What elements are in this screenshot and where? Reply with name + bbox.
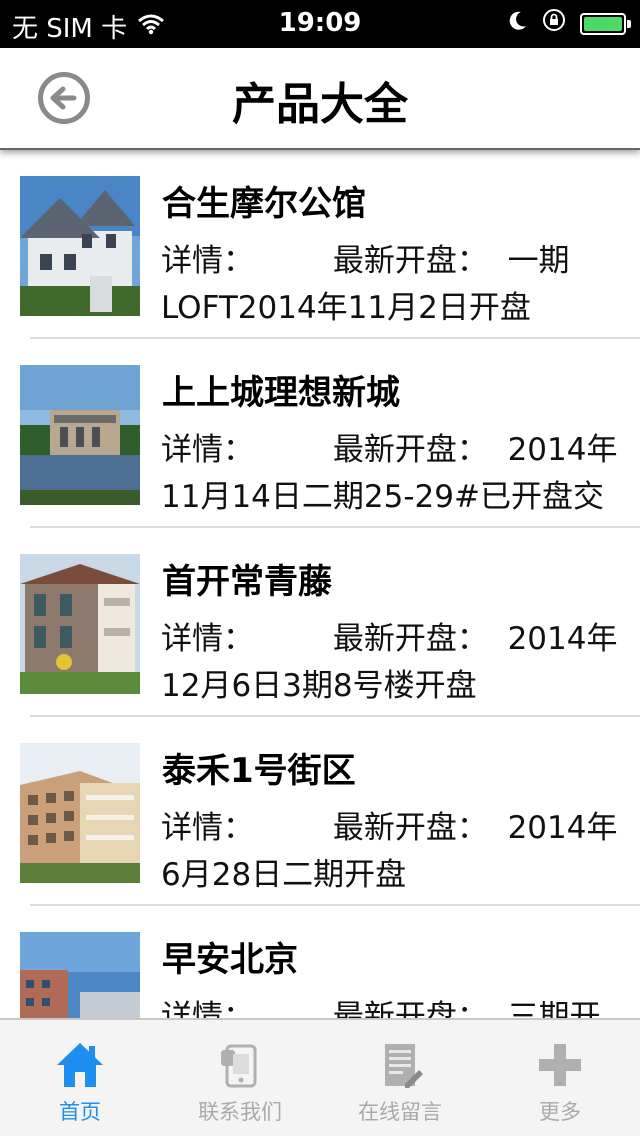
list-item[interactable]: 上上城理想新城 详情： 最新开盘： 2014年 11月14日二期25-29#已开… [0, 339, 640, 528]
latest-open-value: 2014年 [507, 432, 618, 468]
rotation-lock-icon [542, 8, 566, 39]
product-thumbnail [20, 365, 140, 505]
battery-icon [580, 12, 631, 35]
product-thumbnail [20, 176, 140, 316]
list-item[interactable]: 合生摩尔公馆 详情： 最新开盘： 一期 LOFT2014年11月2日开盘 [0, 150, 640, 339]
product-detail: 详情： 最新开盘： 一期 LOFT2014年11月2日开盘 [161, 238, 621, 332]
status-bar: 无 SIM 卡 19:09 [0, 0, 640, 48]
page-title: 产品大全 [232, 79, 408, 130]
product-detail: 详情： 最新开盘： 2014年 11月14日二期25-29#已开盘交 [161, 427, 621, 521]
tab-label: 首页 [59, 1100, 101, 1124]
latest-open-value-line2: LOFT2014年11月2日开盘 [161, 290, 531, 326]
tab-bar: 首页 联系我们 在线留言 更多 [0, 1018, 640, 1136]
moon-icon [508, 9, 528, 39]
latest-open-value: 2014年 [507, 621, 618, 657]
tab-label: 更多 [539, 1100, 581, 1124]
tab-more[interactable]: 更多 [480, 1020, 640, 1136]
navigation-bar: 产品大全 [0, 48, 640, 150]
latest-open-label: 最新开盘： [332, 243, 488, 279]
product-name: 上上城理想新城 [162, 373, 400, 413]
list-item[interactable]: 泰禾1号街区 详情： 最新开盘： 2014年 6月28日二期开盘 [0, 717, 640, 906]
latest-open-value-line2: 12月6日3期8号楼开盘 [161, 668, 477, 704]
product-name: 首开常青藤 [162, 562, 332, 602]
latest-open-label: 最新开盘： [332, 621, 488, 657]
detail-label: 详情： [161, 621, 254, 657]
product-list[interactable]: 合生摩尔公馆 详情： 最新开盘： 一期 LOFT2014年11月2日开盘 上上城… [0, 150, 640, 1018]
latest-open-value-line2: 6月28日二期开盘 [161, 857, 407, 893]
phone-icon [221, 1044, 257, 1088]
product-thumbnail [20, 932, 140, 1018]
status-right [508, 8, 631, 39]
latest-open-value: 一期 [507, 243, 570, 279]
note-icon [385, 1044, 423, 1088]
product-name: 早安北京 [162, 940, 298, 980]
detail-label: 详情： [161, 432, 254, 468]
product-name: 合生摩尔公馆 [162, 184, 366, 224]
tab-label: 在线留言 [358, 1100, 442, 1124]
product-thumbnail [20, 554, 140, 694]
latest-open-value-line2: 11月14日二期25-29#已开盘交 [161, 479, 604, 515]
product-detail: 详情： 最新开盘： 三期开 [161, 994, 621, 1018]
tab-contact-us[interactable]: 联系我们 [160, 1020, 320, 1136]
plus-icon [539, 1044, 581, 1086]
product-name: 泰禾1号街区 [162, 751, 356, 791]
detail-label: 详情： [161, 243, 254, 279]
detail-label: 详情： [161, 999, 254, 1018]
home-icon [57, 1043, 103, 1087]
tab-online-message[interactable]: 在线留言 [320, 1020, 480, 1136]
list-item[interactable]: 首开常青藤 详情： 最新开盘： 2014年 12月6日3期8号楼开盘 [0, 528, 640, 717]
product-detail: 详情： 最新开盘： 2014年 12月6日3期8号楼开盘 [161, 616, 621, 710]
product-thumbnail [20, 743, 140, 883]
latest-open-label: 最新开盘： [332, 432, 488, 468]
detail-label: 详情： [161, 810, 254, 846]
latest-open-label: 最新开盘： [332, 999, 488, 1018]
latest-open-value: 2014年 [507, 810, 618, 846]
list-item[interactable]: 早安北京 详情： 最新开盘： 三期开 [0, 906, 640, 1018]
tab-home[interactable]: 首页 [0, 1020, 160, 1136]
latest-open-label: 最新开盘： [332, 810, 488, 846]
product-detail: 详情： 最新开盘： 2014年 6月28日二期开盘 [161, 805, 621, 899]
app-screen: 无 SIM 卡 19:09 产品大全 合生摩尔公馆 详情： 最新开盘： 一期 L… [0, 0, 640, 1136]
latest-open-value: 三期开 [507, 999, 601, 1018]
tab-label: 联系我们 [198, 1100, 282, 1124]
